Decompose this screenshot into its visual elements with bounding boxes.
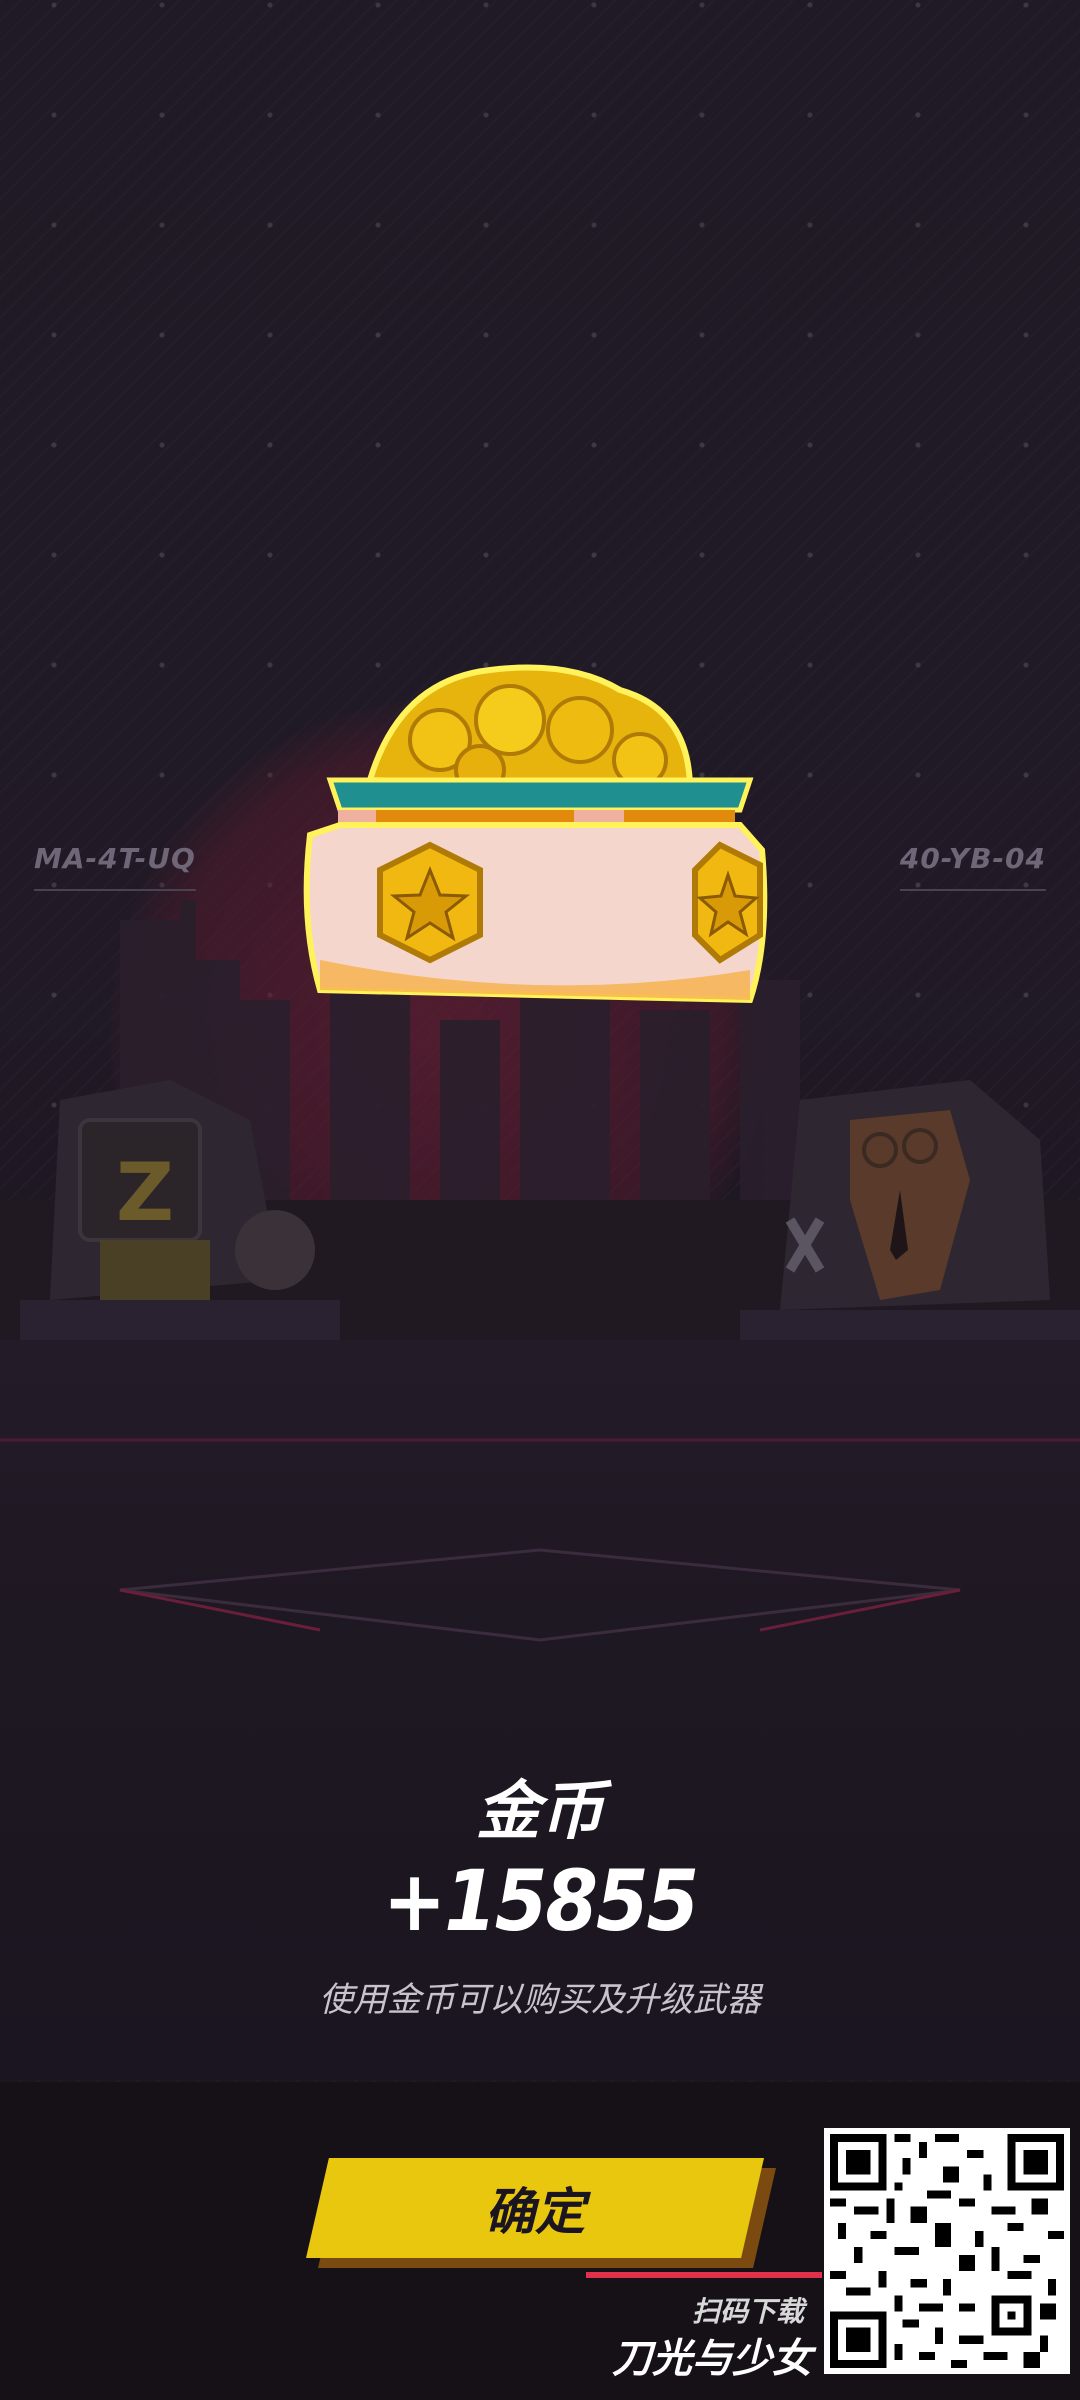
right-player-code: 40-YB-04 — [899, 842, 1047, 891]
confirm-button-wrapper[interactable]: 确定 — [306, 2158, 776, 2268]
left-character: Z — [20, 1080, 340, 1360]
floor-lines — [0, 1438, 1080, 1642]
qr-code-pattern — [830, 2134, 1064, 2368]
reward-item-name: 金币 — [476, 1775, 604, 1849]
brand-watermark: 扫码下载 刀光与少女 — [560, 2268, 822, 2400]
left-character-letter: Z — [116, 1146, 174, 1239]
confirm-button[interactable]: 确定 — [306, 2158, 764, 2258]
game-name-logo: 刀光与少女 — [612, 2336, 812, 2382]
reward-description: 使用金币可以购买及升级武器 — [319, 1980, 761, 2020]
gold-coin-chest-icon — [303, 664, 768, 1004]
right-character — [740, 1080, 1080, 1360]
brand-red-line — [586, 2272, 822, 2278]
arena-floor — [0, 1340, 1080, 2080]
left-player-code: MA-4T-UQ — [34, 842, 196, 891]
qr-code-icon — [824, 2128, 1070, 2374]
scan-download-label: 扫码下载 — [691, 2295, 804, 2328]
reward-screen: Z MA-4T-UQ 40-YB-04 金币 +15855 使用金币可以购买及升… — [0, 0, 1080, 2400]
reward-amount: +15855 — [382, 1852, 699, 1950]
